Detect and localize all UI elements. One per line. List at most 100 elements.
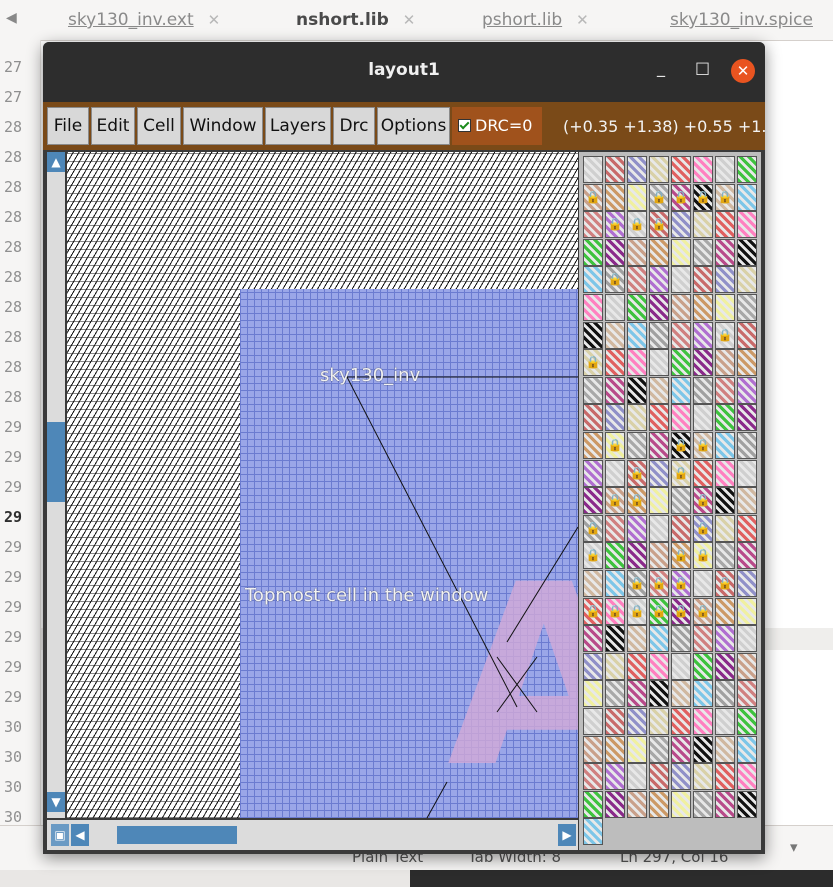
layer-swatch[interactable]: [649, 763, 669, 791]
layer-swatch[interactable]: [693, 625, 713, 653]
layer-swatch[interactable]: [649, 376, 669, 404]
layer-swatch[interactable]: [715, 459, 735, 487]
layer-swatch[interactable]: [583, 652, 603, 680]
layer-swatch[interactable]: [649, 735, 669, 763]
layer-swatch[interactable]: [649, 349, 669, 377]
layer-lock-icon[interactable]: 🔒: [693, 183, 713, 211]
layer-swatch[interactable]: [715, 487, 735, 515]
layer-swatch[interactable]: [649, 680, 669, 708]
layer-swatch[interactable]: [583, 432, 603, 459]
layer-swatch[interactable]: [693, 404, 713, 432]
layer-swatch[interactable]: [671, 266, 691, 294]
layer-swatch[interactable]: [605, 404, 625, 432]
layer-lock-icon[interactable]: 🔒: [627, 459, 647, 487]
layer-lock-icon[interactable]: 🔒: [605, 266, 625, 294]
layer-swatch[interactable]: [671, 652, 691, 680]
layer-swatch[interactable]: [605, 680, 625, 708]
layer-swatch[interactable]: [627, 183, 647, 211]
layout-canvas[interactable]: A sky130_inv Topmost cell in the window: [67, 152, 578, 818]
layer-swatch[interactable]: [605, 790, 625, 818]
layer-swatch[interactable]: [583, 680, 603, 708]
layer-lock-icon[interactable]: 🔒: [693, 432, 713, 459]
tab-nshort-lib[interactable]: nshort.lib ✕: [296, 10, 415, 30]
layer-swatch[interactable]: [583, 708, 603, 735]
layer-swatch[interactable]: [737, 680, 757, 708]
layer-swatch[interactable]: [737, 652, 757, 680]
layer-swatch[interactable]: [649, 790, 669, 818]
layer-swatch[interactable]: [693, 790, 713, 818]
menu-file[interactable]: File: [47, 107, 89, 145]
layer-swatch[interactable]: [715, 597, 735, 625]
layer-lock-icon[interactable]: 🔒: [649, 183, 669, 211]
layer-swatch[interactable]: [649, 266, 669, 294]
layer-swatch[interactable]: [649, 708, 669, 735]
tab-pshort-lib[interactable]: pshort.lib ✕: [482, 10, 589, 30]
layer-swatch[interactable]: [737, 294, 757, 321]
layer-lock-icon[interactable]: 🔒: [649, 570, 669, 597]
layer-swatch[interactable]: [715, 708, 735, 735]
layer-swatch[interactable]: [627, 156, 647, 183]
layer-swatch[interactable]: [605, 376, 625, 404]
horizontal-scrollbar[interactable]: ▣ ◀ ▶: [47, 820, 578, 850]
layer-swatch[interactable]: [627, 652, 647, 680]
layer-swatch[interactable]: [737, 790, 757, 818]
menu-layers[interactable]: Layers: [265, 107, 331, 145]
layer-swatch[interactable]: [627, 625, 647, 653]
layer-swatch[interactable]: [671, 680, 691, 708]
layer-swatch[interactable]: [605, 570, 625, 597]
scroll-left-icon[interactable]: ◀: [71, 824, 89, 846]
layer-swatch[interactable]: [627, 404, 647, 432]
layer-swatch[interactable]: [583, 294, 603, 321]
layer-swatch[interactable]: [715, 156, 735, 183]
layer-swatch[interactable]: [737, 570, 757, 597]
horizontal-scroll-thumb[interactable]: [117, 826, 237, 844]
layer-swatch[interactable]: [605, 294, 625, 321]
scroll-up-icon[interactable]: ▲: [47, 152, 65, 172]
layer-swatch[interactable]: [737, 183, 757, 211]
layer-lock-icon[interactable]: 🔒: [605, 211, 625, 239]
layer-swatch[interactable]: [605, 156, 625, 183]
layer-swatch[interactable]: [605, 625, 625, 653]
layer-swatch[interactable]: [649, 514, 669, 542]
layer-swatch[interactable]: [627, 708, 647, 735]
layer-lock-icon[interactable]: 🔒: [605, 597, 625, 625]
layer-swatch[interactable]: [715, 680, 735, 708]
layer-swatch[interactable]: [605, 735, 625, 763]
layer-lock-icon[interactable]: 🔒: [627, 597, 647, 625]
layer-swatch[interactable]: [605, 321, 625, 349]
layer-swatch[interactable]: [627, 266, 647, 294]
scroll-right-icon[interactable]: ▶: [558, 824, 576, 846]
layer-swatch[interactable]: [583, 487, 603, 515]
layer-swatch[interactable]: [583, 790, 603, 818]
layer-swatch[interactable]: [605, 708, 625, 735]
layer-swatch[interactable]: [693, 680, 713, 708]
layer-lock-icon[interactable]: 🔒: [583, 597, 603, 625]
layer-swatch[interactable]: [715, 211, 735, 239]
layer-swatch[interactable]: [583, 156, 603, 183]
layer-swatch[interactable]: [693, 238, 713, 266]
layer-lock-icon[interactable]: 🔒: [605, 432, 625, 459]
layer-lock-icon[interactable]: 🔒: [671, 432, 691, 459]
layer-swatch[interactable]: [671, 211, 691, 239]
layer-swatch[interactable]: [693, 570, 713, 597]
layer-swatch[interactable]: [649, 487, 669, 515]
layer-swatch[interactable]: [605, 652, 625, 680]
menu-window[interactable]: Window: [183, 107, 263, 145]
drc-toggle[interactable]: DRC=0: [452, 107, 542, 145]
layer-lock-icon[interactable]: 🔒: [693, 597, 713, 625]
layer-swatch[interactable]: [737, 735, 757, 763]
layer-swatch[interactable]: [715, 652, 735, 680]
layer-lock-icon[interactable]: 🔒: [715, 183, 735, 211]
layer-lock-icon[interactable]: 🔒: [693, 487, 713, 515]
layer-lock-icon[interactable]: 🔒: [583, 349, 603, 377]
layer-swatch[interactable]: [715, 294, 735, 321]
layer-swatch[interactable]: [693, 211, 713, 239]
layer-swatch[interactable]: [627, 238, 647, 266]
layer-swatch[interactable]: [737, 763, 757, 791]
layer-lock-icon[interactable]: 🔒: [693, 542, 713, 570]
layer-swatch[interactable]: [715, 790, 735, 818]
layer-swatch[interactable]: [671, 735, 691, 763]
layer-swatch[interactable]: [649, 321, 669, 349]
layer-swatch[interactable]: [605, 514, 625, 542]
tab-close-icon[interactable]: ✕: [403, 11, 416, 29]
